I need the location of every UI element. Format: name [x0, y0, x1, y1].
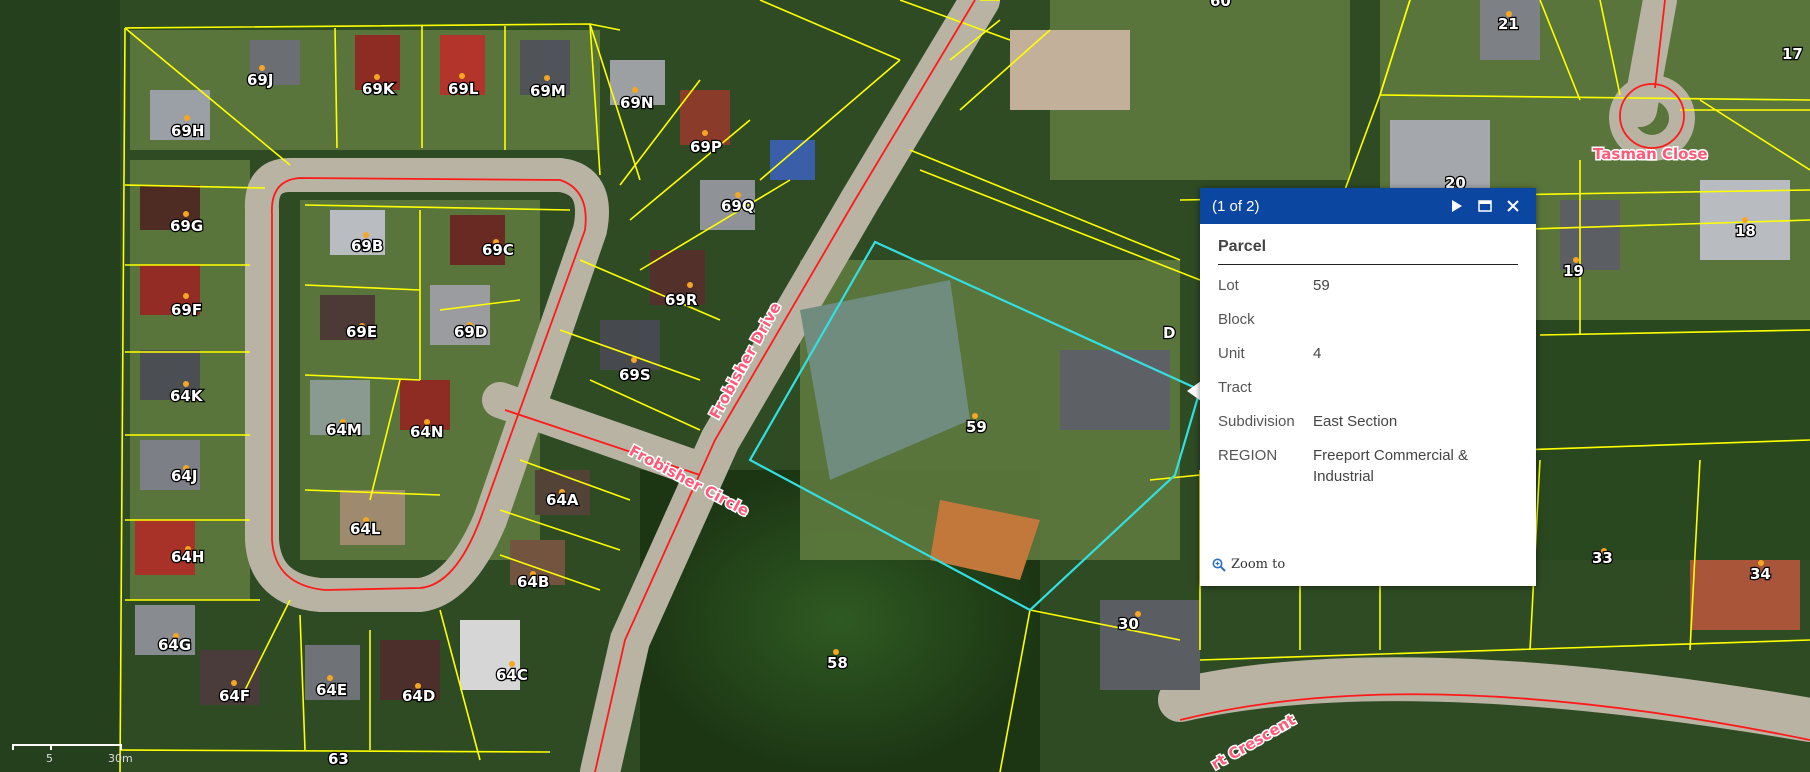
- lot-label: 69C: [482, 241, 514, 259]
- field-row-lot: Lot 59: [1218, 275, 1518, 296]
- lot-label: 69J: [247, 71, 273, 89]
- map-canvas[interactable]: 69J 69K 69L 69M 69N 69P 69Q 69R 69S 69H …: [0, 0, 1810, 772]
- field-label: Lot: [1218, 277, 1239, 294]
- field-label: Tract: [1218, 379, 1252, 396]
- lot-label: 64J: [171, 467, 197, 485]
- next-feature-button[interactable]: [1446, 195, 1468, 217]
- lot-label: 30: [1118, 615, 1139, 633]
- field-label: Block: [1218, 311, 1255, 328]
- lot-label: 60: [1210, 0, 1231, 10]
- popup-body: Parcel Lot 59 Block Unit 4 Tract Subdivisi…: [1200, 224, 1536, 487]
- lot-label: 69G: [170, 217, 203, 235]
- lot-label: 63: [328, 750, 349, 768]
- lot-label: 64M: [326, 421, 362, 439]
- lot-label: 69H: [171, 122, 204, 140]
- close-button[interactable]: [1502, 195, 1524, 217]
- lot-label: 58: [827, 654, 848, 672]
- popup-counter: (1 of 2): [1212, 197, 1260, 215]
- play-next-icon: [1452, 200, 1462, 212]
- lot-label: 17: [1782, 45, 1803, 63]
- lot-label: 64A: [546, 491, 579, 509]
- lot-label: 69M: [530, 82, 566, 100]
- lot-label: 69D: [454, 323, 487, 341]
- lot-label: 64K: [170, 387, 204, 405]
- street-label-tasman-close: Tasman Close: [1593, 145, 1708, 163]
- field-row-unit: Unit 4: [1218, 343, 1518, 364]
- forest-strip-west: [0, 0, 120, 772]
- popup-pointer: [1187, 381, 1201, 401]
- field-row-block: Block: [1218, 309, 1518, 330]
- lot-label: 69P: [690, 138, 722, 156]
- lot-label: 69S: [619, 366, 651, 384]
- lot-label: 21: [1498, 15, 1519, 33]
- lot-label: 64F: [219, 687, 250, 705]
- lot-label: 69Q: [721, 197, 755, 215]
- lot-label: 64D: [402, 687, 435, 705]
- field-row-tract: Tract: [1218, 377, 1518, 398]
- lot-label: 69N: [620, 94, 653, 112]
- lot-label: 69L: [448, 80, 479, 98]
- popup-header: (1 of 2): [1200, 188, 1536, 224]
- lot-label: 34: [1750, 565, 1771, 583]
- lot-label: 69E: [346, 323, 377, 341]
- lot-label: 64G: [158, 636, 191, 654]
- scale-bar-left-label: 5: [46, 752, 53, 765]
- field-value: 4: [1313, 345, 1322, 362]
- field-label: Subdivision: [1218, 413, 1295, 430]
- field-value: 59: [1313, 277, 1330, 294]
- zoom-to-label: Zoom to: [1231, 557, 1286, 572]
- parcel-popup: (1 of 2) Parcel Lot 59 Block Unit 4 Tract …: [1200, 188, 1536, 586]
- lot-label: 64E: [316, 681, 347, 699]
- lot-label: 69R: [665, 291, 698, 309]
- lot-label: D: [1163, 324, 1175, 342]
- field-label: Unit: [1218, 345, 1245, 362]
- lot-label: 18: [1735, 222, 1756, 240]
- close-icon: [1507, 200, 1519, 212]
- lot-label: 19: [1563, 262, 1584, 280]
- lot-label: 69B: [351, 237, 383, 255]
- field-value: Freeport Commercial & Industrial: [1313, 447, 1469, 485]
- zoom-to-link[interactable]: Zoom to: [1212, 557, 1285, 572]
- scale-bar-right-label: 30m: [108, 752, 133, 765]
- magnifier-zoom-icon: [1212, 558, 1226, 572]
- lot-label: 64L: [350, 520, 381, 538]
- lot-label: 33: [1592, 549, 1613, 567]
- lot-label: 64B: [517, 573, 549, 591]
- lot-label: 64H: [171, 548, 204, 566]
- maximize-button[interactable]: [1474, 195, 1496, 217]
- lot-label: 64C: [496, 666, 528, 684]
- field-value: East Section: [1313, 413, 1398, 430]
- lot-label: 69F: [171, 301, 202, 319]
- lot-label: 69K: [362, 80, 396, 98]
- field-label: REGION: [1218, 447, 1278, 464]
- scale-bar: [12, 744, 122, 750]
- field-row-subdivision: Subdivision East Section: [1218, 411, 1518, 432]
- popup-heading: Parcel: [1218, 238, 1518, 265]
- lot-label: 59: [966, 418, 987, 436]
- lot-label: 64N: [410, 423, 443, 441]
- field-row-region: REGION Freeport Commercial & Industrial: [1218, 445, 1518, 487]
- maximize-icon: [1478, 200, 1492, 212]
